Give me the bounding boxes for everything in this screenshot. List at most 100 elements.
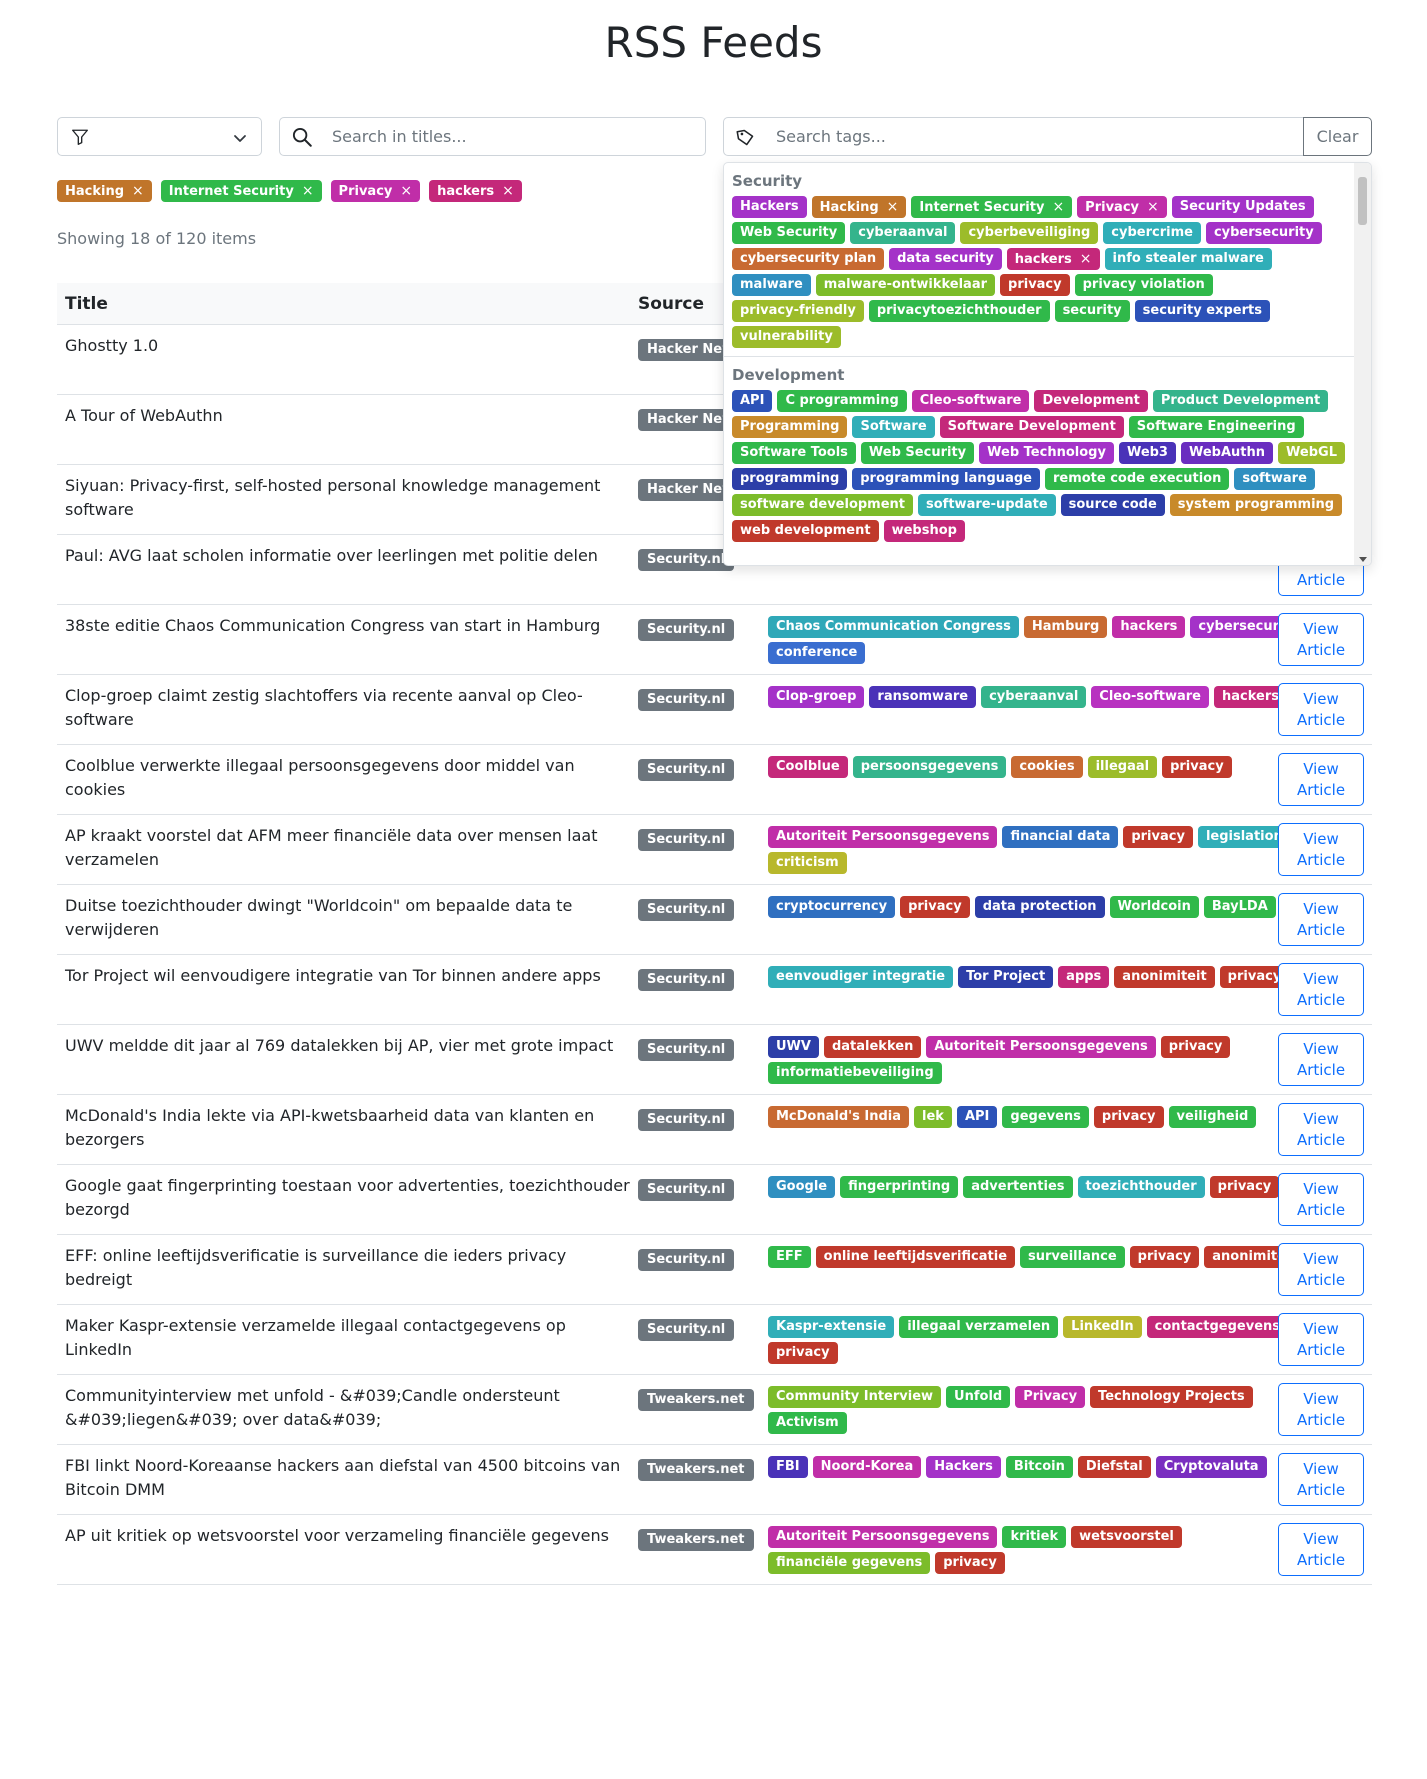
close-icon[interactable]: ×	[887, 199, 899, 215]
tag-badge[interactable]: hackers	[1214, 686, 1287, 708]
tag-option[interactable]: Web Technology	[979, 442, 1114, 464]
tag-badge[interactable]: legislation	[1197, 826, 1291, 848]
close-icon[interactable]: ×	[302, 183, 314, 199]
tag-badge[interactable]: illegaal	[1087, 756, 1158, 778]
view-article-button[interactable]: View Article	[1278, 823, 1364, 876]
tag-option[interactable]: data security	[889, 248, 1002, 270]
tag-badge[interactable]: cyberaanval	[981, 686, 1087, 708]
tag-option[interactable]: info stealer malware	[1104, 248, 1272, 270]
tag-badge[interactable]: advertenties	[963, 1176, 1073, 1198]
tag-badge[interactable]: Hamburg	[1023, 616, 1108, 638]
tag-option[interactable]: C programming	[777, 390, 907, 412]
view-article-button[interactable]: View Article	[1278, 1453, 1364, 1506]
tag-badge[interactable]: BayLDA	[1203, 896, 1276, 918]
tag-badge[interactable]: persoonsgegevens	[852, 756, 1007, 778]
tag-badge[interactable]: Autoriteit Persoonsgegevens	[926, 1036, 1156, 1058]
tag-badge[interactable]: fingerprinting	[840, 1176, 959, 1198]
tag-badge[interactable]: privacy	[768, 1342, 838, 1364]
active-tag-chip[interactable]: hackers ×	[429, 180, 522, 202]
tag-option[interactable]: privacytoezichthouder	[868, 300, 1050, 322]
tag-badge[interactable]: financiële gegevens	[768, 1552, 931, 1574]
tag-option[interactable]: WebGL	[1278, 442, 1345, 464]
tag-option[interactable]: privacy-friendly	[732, 300, 864, 322]
tag-badge[interactable]: toezichthouder	[1077, 1176, 1205, 1198]
tag-badge[interactable]: privacy	[1209, 1176, 1280, 1198]
tag-option[interactable]: web development	[732, 520, 879, 542]
tag-badge[interactable]: EFF	[768, 1246, 811, 1268]
tag-badge[interactable]: FBI	[768, 1456, 808, 1478]
tag-badge[interactable]: Tor Project	[958, 966, 1054, 988]
tag-badge[interactable]: Technology Projects	[1090, 1386, 1253, 1408]
tag-option[interactable]: webshop	[883, 520, 965, 542]
tag-badge[interactable]: surveillance	[1020, 1246, 1125, 1268]
close-icon[interactable]: ×	[132, 183, 144, 199]
source-filter-select[interactable]	[57, 117, 262, 156]
scrollbar-thumb[interactable]	[1358, 177, 1367, 225]
scroll-down-arrow-icon[interactable]	[1359, 557, 1367, 562]
tag-badge[interactable]: datalekken	[823, 1036, 922, 1058]
tag-option[interactable]: Software	[852, 416, 935, 438]
tag-badge[interactable]: Cryptovaluta	[1155, 1456, 1267, 1478]
tag-badge[interactable]: Chaos Communication Congress	[768, 616, 1019, 638]
title-search-input[interactable]	[332, 118, 672, 155]
tag-option[interactable]: Web3	[1118, 442, 1176, 464]
tag-badge[interactable]: financial data	[1002, 826, 1119, 848]
close-icon[interactable]: ×	[1147, 199, 1159, 215]
tag-option[interactable]: source code	[1060, 494, 1165, 516]
tag-option[interactable]: Privacy ×	[1077, 196, 1167, 218]
tag-badge[interactable]: informatiebeveiliging	[768, 1062, 942, 1084]
close-icon[interactable]: ×	[1080, 251, 1092, 267]
tag-option[interactable]: Internet Security ×	[911, 196, 1073, 218]
tag-option[interactable]: software	[1234, 468, 1315, 490]
tag-badge[interactable]: Autoriteit Persoonsgegevens	[768, 826, 998, 848]
view-article-button[interactable]: View Article	[1278, 893, 1364, 946]
tag-option[interactable]: programming language	[852, 468, 1040, 490]
view-article-button[interactable]: View Article	[1278, 1173, 1364, 1226]
clear-button[interactable]: Clear	[1303, 117, 1372, 156]
tag-badge[interactable]: Worldcoin	[1109, 896, 1199, 918]
tag-badge[interactable]: Diefstal	[1077, 1456, 1151, 1478]
tag-option[interactable]: cybersecurity plan	[732, 248, 885, 270]
view-article-button[interactable]: View Article	[1278, 753, 1364, 806]
view-article-button[interactable]: View Article	[1278, 963, 1364, 1016]
tag-option[interactable]: malware	[732, 274, 811, 296]
tag-badge[interactable]: Clop-groep	[768, 686, 865, 708]
tag-badge[interactable]: cookies	[1011, 756, 1083, 778]
tag-option[interactable]: security	[1054, 300, 1130, 322]
tag-option[interactable]: programming	[732, 468, 848, 490]
scrollbar[interactable]	[1354, 163, 1371, 565]
tag-option[interactable]: security experts	[1134, 300, 1270, 322]
tag-badge[interactable]: McDonald's India	[768, 1106, 910, 1128]
tag-badge[interactable]: Autoriteit Persoonsgegevens	[768, 1526, 998, 1548]
tag-badge[interactable]: wetsvoorstel	[1071, 1526, 1182, 1548]
tag-badge[interactable]: gegevens	[1002, 1106, 1089, 1128]
tag-badge[interactable]: privacy	[1129, 1246, 1200, 1268]
tag-option[interactable]: malware-ontwikkelaar	[815, 274, 996, 296]
view-article-button[interactable]: View Article	[1278, 1243, 1364, 1296]
tag-badge[interactable]: online leeftijdsverificatie	[815, 1246, 1016, 1268]
tag-option[interactable]: Hackers	[732, 196, 807, 218]
tag-search-input[interactable]	[776, 118, 1116, 155]
tag-option[interactable]: Security Updates	[1171, 196, 1314, 218]
tag-option[interactable]: cyberbeveiliging	[960, 222, 1099, 244]
tag-option[interactable]: cybercrime	[1103, 222, 1201, 244]
tag-badge[interactable]: criticism	[768, 852, 847, 874]
tag-badge[interactable]: apps	[1058, 966, 1110, 988]
tag-option[interactable]: remote code execution	[1044, 468, 1230, 490]
tag-badge[interactable]: Activism	[768, 1412, 847, 1434]
view-article-button[interactable]: View Article	[1278, 613, 1364, 666]
tag-option[interactable]: Product Development	[1152, 390, 1329, 412]
tag-badge[interactable]: Coolblue	[768, 756, 848, 778]
tag-badge[interactable]: privacy	[1162, 756, 1232, 778]
tag-option[interactable]: Development	[1034, 390, 1148, 412]
view-article-button[interactable]: View Article	[1278, 683, 1364, 736]
tag-badge[interactable]: Kaspr-extensie	[768, 1316, 895, 1338]
close-icon[interactable]: ×	[400, 183, 412, 199]
tag-badge[interactable]: anonimiteit	[1114, 966, 1215, 988]
tag-option[interactable]: privacy violation	[1074, 274, 1213, 296]
tag-badge[interactable]: privacy	[935, 1552, 1005, 1574]
tag-option[interactable]: Cleo-software	[911, 390, 1030, 412]
view-article-button[interactable]: View Article	[1278, 1033, 1364, 1086]
tag-option[interactable]: Web Security	[860, 442, 975, 464]
tag-option[interactable]: privacy	[1000, 274, 1070, 296]
